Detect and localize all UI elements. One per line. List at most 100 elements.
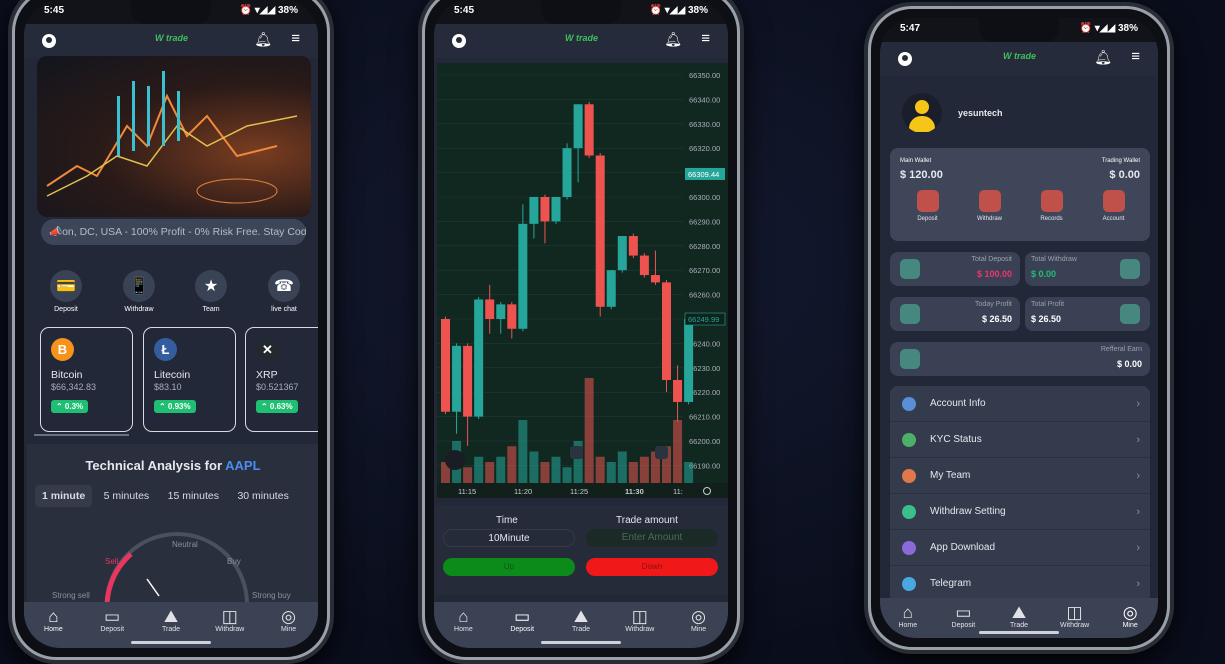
wallet-action-deposit[interactable]: Deposit [905, 190, 950, 222]
trading-wallet-value: $ 0.00 [1109, 169, 1140, 181]
wallet-action-label: Records [1040, 216, 1063, 222]
volume-bar [540, 462, 550, 483]
tab-15-minutes[interactable]: 15 minutes [161, 485, 226, 507]
team-icon [902, 468, 916, 483]
x-tick-label: 11:30 [625, 487, 644, 496]
camera-notch [979, 18, 1059, 42]
quick-action-0[interactable]: 💳 Deposit [36, 270, 96, 313]
wallet-action-withdraw[interactable]: Withdraw [967, 190, 1012, 222]
volume-bar [673, 420, 683, 483]
nav-withdraw[interactable]: ◫ Withdraw [615, 608, 665, 648]
menu-item-account-info[interactable]: Account Info › [890, 386, 1150, 422]
team-icon: ★ [195, 270, 227, 302]
quick-action-1[interactable]: 📱 Withdraw [109, 270, 169, 313]
stat-card: Total Withdraw $ 0.00 [1025, 252, 1150, 286]
tab-1-minute[interactable]: 1 minute [35, 485, 93, 507]
menu-item-telegram[interactable]: Telegram › [890, 566, 1150, 602]
hamburger-menu-icon[interactable]: ≡ [701, 30, 710, 47]
nav-label: Withdraw [1059, 622, 1090, 629]
profile-icon[interactable] [452, 34, 466, 48]
home-indicator [541, 641, 621, 644]
menu-item-label: App Download [930, 542, 996, 553]
nav-mine[interactable]: ◎ Mine [674, 608, 724, 648]
stat-card: Refferal Earn $ 0.00 [890, 342, 1150, 376]
nav-label: Home [454, 626, 473, 633]
camera-notch [541, 0, 621, 24]
nav-deposit[interactable]: ▭ Deposit [497, 608, 547, 648]
amount-input[interactable]: Enter Amount [586, 529, 718, 547]
menu-item-withdraw-setting[interactable]: Withdraw Setting › [890, 494, 1150, 530]
coin-card[interactable]: ✕ XRP $0.521367 ⌃ 0.63% [245, 327, 318, 432]
wallet-icon: ◫ [631, 607, 648, 626]
menu-item-my-team[interactable]: My Team › [890, 458, 1150, 494]
nav-label: Mine [280, 626, 297, 633]
hamburger-menu-icon[interactable]: ≡ [291, 30, 300, 47]
bell-icon[interactable]: 🔔︎ [1094, 49, 1112, 66]
y-tick-label: 66210.00 [689, 413, 720, 422]
volume-bar [639, 456, 649, 483]
bell-icon[interactable]: 🔔︎ [254, 31, 272, 48]
x-tick-label: 11: [673, 487, 683, 496]
live-chat-icon: ☎ [268, 270, 300, 302]
volume-bar [551, 456, 561, 483]
coin-card[interactable]: Ł Litecoin $83.10 ⌃ 0.93% [143, 327, 236, 432]
trade-amount-label: Trade amount [616, 515, 678, 526]
candle [485, 299, 495, 319]
stat-illustration-icon [1120, 304, 1140, 324]
main-wallet-label: Main Wallet [900, 158, 932, 164]
profile-icon[interactable] [42, 34, 56, 48]
volume-bar [595, 456, 605, 483]
phone-mine: 5:47 ⏰ ▾◢◢ 38% W trade 🔔︎ ≡ yesuntech Mai… [868, 6, 1170, 650]
stat-label: Total Withdraw [1031, 256, 1077, 263]
candle [617, 236, 627, 271]
nav-home[interactable]: ⌂ Home [438, 608, 488, 648]
quick-action-3[interactable]: ☎ live chat [254, 270, 314, 313]
withdraw-phone-icon: 📱 [123, 270, 155, 302]
nav-mine[interactable]: ◎ Mine [1105, 604, 1155, 638]
gauge-sell: Sell [105, 557, 119, 566]
quick-action-label: Withdraw [124, 306, 154, 313]
hero-banner [37, 56, 311, 217]
nav-withdraw[interactable]: ◫ Withdraw [205, 608, 255, 648]
nav-label: Home [898, 622, 918, 629]
scroll-to-latest-icon[interactable] [655, 446, 668, 459]
account-menu: Account Info › KYC Status › My Team › Withdraw… [890, 386, 1150, 616]
coin-card[interactable]: B Bitcoin $66,342.83 ⌃ 0.3% [40, 327, 133, 432]
menu-item-label: Telegram [930, 578, 972, 589]
candle [551, 197, 561, 222]
home-indicator [979, 631, 1059, 634]
hamburger-menu-icon[interactable]: ≡ [1131, 48, 1140, 65]
up-button[interactable]: Up [443, 558, 575, 576]
nav-label: Deposit [951, 622, 976, 629]
wallet-action-account[interactable]: Account [1091, 190, 1136, 222]
stat-value: $ 0.00 [1116, 359, 1142, 369]
tab-5-minutes[interactable]: 5 minutes [97, 485, 157, 507]
down-button[interactable]: Down [586, 558, 718, 576]
y-tick-label: 66340.00 [689, 95, 720, 104]
nav-label: Withdraw [215, 626, 245, 633]
wallet-action-records[interactable]: Records [1029, 190, 1074, 222]
announcement-marquee[interactable]: 📣on, DC, USA - 100% Profit - 0% Risk Fre… [41, 219, 306, 245]
bell-icon[interactable]: 🔔︎ [664, 31, 682, 48]
menu-item-kyc-status[interactable]: KYC Status › [890, 422, 1150, 458]
coin-change-badge: ⌃ 0.63% [256, 400, 298, 413]
chevron-right-icon: › [1136, 433, 1140, 446]
volume-bar [684, 462, 694, 483]
wallet-icon: ◫ [221, 607, 238, 626]
nav-label: Deposit [100, 626, 125, 633]
reset-chart-icon[interactable] [570, 446, 583, 459]
nav-home[interactable]: ⌂ Home [883, 604, 933, 638]
nav-home[interactable]: ⌂ Home [28, 608, 78, 648]
user-circle-icon: ◎ [1122, 603, 1138, 622]
profile-icon[interactable] [898, 52, 912, 66]
tab-30-minutes[interactable]: 30 minutes [230, 485, 295, 507]
menu-item-app-download[interactable]: App Download › [890, 530, 1150, 566]
trade-screen: 5:45 ⏰ ▾◢◢ 38% W trade 🔔︎ ≡ 66350.00 66340… [434, 0, 728, 648]
nav-deposit[interactable]: ▭ Deposit [87, 608, 137, 648]
time-select[interactable]: 10Minute [443, 529, 575, 547]
trade-icon: ⛰ [573, 607, 589, 626]
stat-card: Total Profit $ 26.50 [1025, 297, 1150, 331]
candlestick-chart[interactable]: 66350.0066340.0066330.0066320.0066310.00… [437, 63, 728, 498]
nav-mine[interactable]: ◎ Mine [264, 608, 314, 648]
quick-action-2[interactable]: ★ Team [181, 270, 241, 313]
